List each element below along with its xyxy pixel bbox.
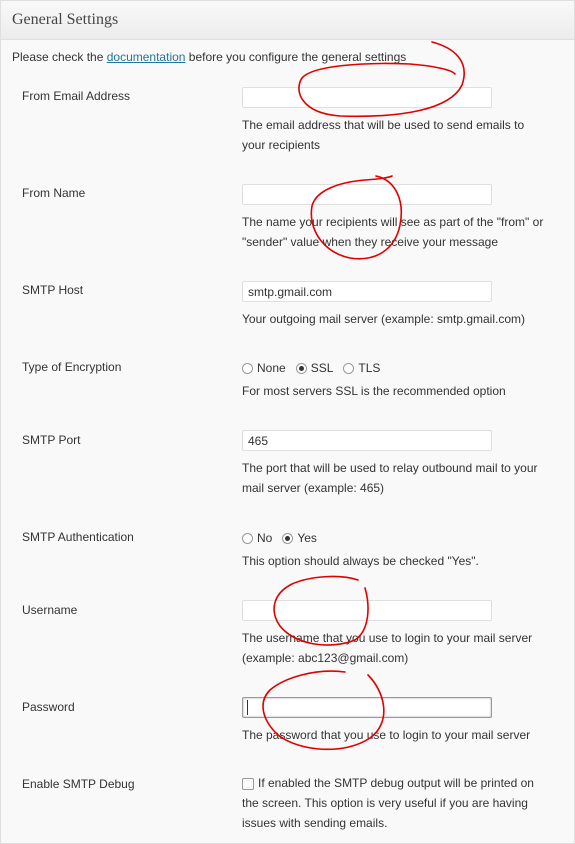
encryption-label: Type of Encryption	[22, 360, 122, 374]
username-desc-line1: The username that you use to login to yo…	[242, 631, 533, 645]
smtp-port-label: SMTP Port	[22, 433, 81, 447]
text-caret	[247, 700, 248, 715]
encryption-radio-group: None SSL TLS	[242, 361, 386, 375]
username-input[interactable]	[242, 600, 492, 621]
documentation-link[interactable]: documentation	[107, 50, 186, 64]
smtp-auth-no-radio[interactable]	[242, 532, 253, 544]
smtp-auth-description: This option should always be checked "Ye…	[242, 554, 479, 568]
smtp-host-input[interactable]	[242, 281, 492, 302]
smtp-debug-desc-line1: If enabled the SMTP debug output will be…	[258, 776, 534, 790]
from-email-input[interactable]	[242, 87, 492, 108]
smtp-debug-desc-line2: the screen. This option is very useful i…	[242, 796, 528, 810]
from-email-label: From Email Address	[22, 89, 131, 103]
username-desc-line2: (example: abc123@gmail.com)	[242, 651, 409, 665]
smtp-auth-radio-group: No Yes	[242, 531, 323, 545]
encryption-ssl-label[interactable]: SSL	[311, 361, 334, 375]
smtp-debug-desc-line3: issues with sending emails.	[242, 816, 388, 830]
from-name-desc-line2: "sender" value when they receive your me…	[242, 235, 498, 249]
panel-title: General Settings	[12, 11, 119, 28]
smtp-port-desc-line1: The port that will be used to relay outb…	[242, 461, 538, 475]
from-name-description: The name your recipients will see as par…	[242, 212, 562, 252]
username-description: The username that you use to login to yo…	[242, 628, 562, 668]
intro-text-after: before you configure the general setting…	[185, 50, 407, 64]
smtp-debug-label: Enable SMTP Debug	[22, 777, 135, 791]
smtp-port-desc-line2: mail server (example: 465)	[242, 481, 385, 495]
from-name-label: From Name	[22, 186, 86, 200]
encryption-tls-label[interactable]: TLS	[358, 361, 380, 375]
smtp-port-input[interactable]	[242, 430, 492, 451]
encryption-tls-radio[interactable]	[343, 362, 355, 374]
encryption-none-label[interactable]: None	[257, 361, 286, 375]
encryption-description: For most servers SSL is the recommended …	[242, 384, 506, 398]
intro-text: Please check the documentation before yo…	[12, 50, 406, 64]
from-name-desc-line1: The name your recipients will see as par…	[242, 215, 544, 229]
smtp-debug-description: If enabled the SMTP debug output will be…	[242, 773, 562, 833]
smtp-auth-yes-radio[interactable]	[282, 532, 294, 544]
intro-text-before: Please check the	[12, 50, 107, 64]
smtp-auth-no-label[interactable]: No	[257, 531, 272, 545]
encryption-ssl-radio[interactable]	[295, 362, 307, 374]
smtp-port-description: The port that will be used to relay outb…	[242, 458, 562, 498]
from-email-description: The email address that will be used to s…	[242, 115, 562, 155]
smtp-host-description: Your outgoing mail server (example: smtp…	[242, 312, 526, 326]
password-label: Password	[22, 700, 75, 714]
password-input[interactable]	[242, 697, 492, 718]
smtp-host-label: SMTP Host	[22, 283, 84, 297]
smtp-auth-label: SMTP Authentication	[22, 530, 134, 544]
password-description: The password that you use to login to yo…	[242, 728, 531, 742]
from-email-desc-line2: your recipients	[242, 138, 321, 152]
username-label: Username	[22, 603, 78, 617]
from-name-input[interactable]	[242, 184, 492, 205]
from-email-desc-line1: The email address that will be used to s…	[242, 118, 525, 132]
smtp-auth-yes-label[interactable]: Yes	[297, 531, 317, 545]
encryption-none-radio[interactable]	[242, 362, 253, 374]
